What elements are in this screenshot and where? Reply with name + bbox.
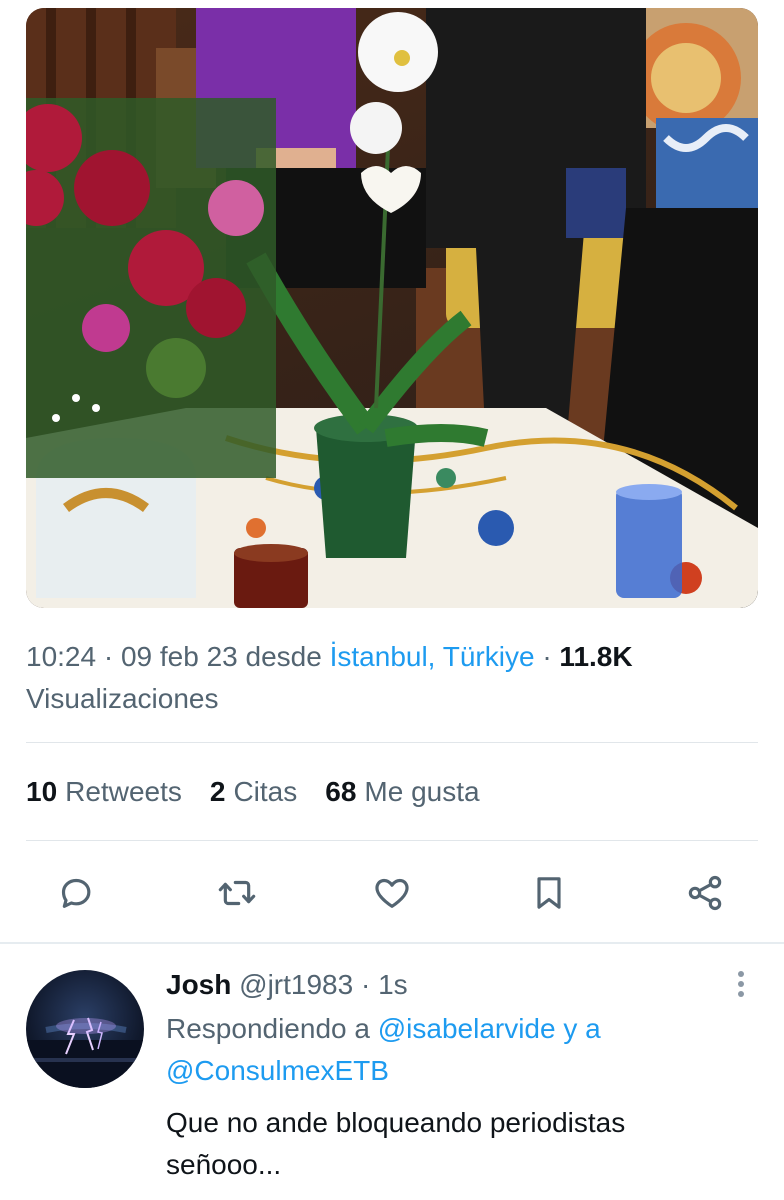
bookmark-button[interactable] [524,868,574,918]
likes-count: 68 [325,776,357,807]
quotes-count: 2 [209,776,226,807]
reply-header: Josh @jrt1983 · 1s [166,966,408,1004]
quotes-label: Citas [233,776,298,807]
replying-prefix: Respondiendo a [166,1013,370,1044]
tweet-stats: 10 Retweets 2 Citas 68 Me gusta [26,770,480,814]
bookmark-icon [537,877,561,909]
reply-tweet[interactable]: Josh @jrt1983 · 1s Respondiendo a @isabe… [0,948,784,1200]
tweet-metadata: 10:24 · 09 feb 23 desde İstanbul, Türkiy… [26,636,766,720]
retweets-stat[interactable]: 10 Retweets [26,776,182,808]
lightning-avatar-image [26,1017,144,1088]
share-icon [688,875,722,911]
more-vertical-icon [738,971,744,997]
heart-icon [375,878,409,908]
views-count: 11.8K [559,641,633,672]
more-options-button[interactable] [726,968,756,1004]
mention-link-1[interactable]: @isabelarvide [378,1013,556,1044]
reply-icon [61,878,91,908]
share-button[interactable] [680,868,730,918]
replying-to: Respondiendo a @isabelarvide y a @Consul… [166,1008,746,1092]
tweet-action-bar [0,858,784,928]
meta-separator-2: · [542,641,552,672]
reply-text: Que no ande bloqueando periodistas señoo… [166,1107,626,1180]
avatar[interactable] [26,970,144,1088]
tweet-location-link[interactable]: İstanbul, Türkiye [330,641,535,672]
meta-separator: · [360,969,371,1000]
reply-time[interactable]: 1s [378,969,408,1000]
tweet-time[interactable]: 10:24 [26,641,96,672]
mention-link-2[interactable]: @ConsulmexETB [166,1055,389,1086]
divider [26,840,758,841]
from-word: desde [245,641,322,672]
and-word: y a [563,1013,601,1044]
section-divider [0,942,784,944]
tweet-photo[interactable] [26,8,758,608]
meta-separator: · [103,641,114,672]
likes-stat[interactable]: 68 Me gusta [325,776,479,808]
reply-author-handle[interactable]: @jrt1983 [239,969,353,1000]
divider [26,742,758,743]
tweet-date[interactable]: 09 feb 23 [121,641,238,672]
like-button[interactable] [367,868,417,918]
retweet-button[interactable] [212,868,262,918]
quotes-stat[interactable]: 2 Citas [210,776,297,808]
reply-author-name[interactable]: Josh [166,969,231,1000]
tweet-photo-image [26,8,758,608]
retweets-count: 10 [26,776,58,807]
reply-button[interactable] [51,868,101,918]
likes-label: Me gusta [364,776,480,807]
views-label: Visualizaciones [26,683,219,714]
retweets-label: Retweets [65,776,182,807]
retweet-icon [218,880,256,906]
